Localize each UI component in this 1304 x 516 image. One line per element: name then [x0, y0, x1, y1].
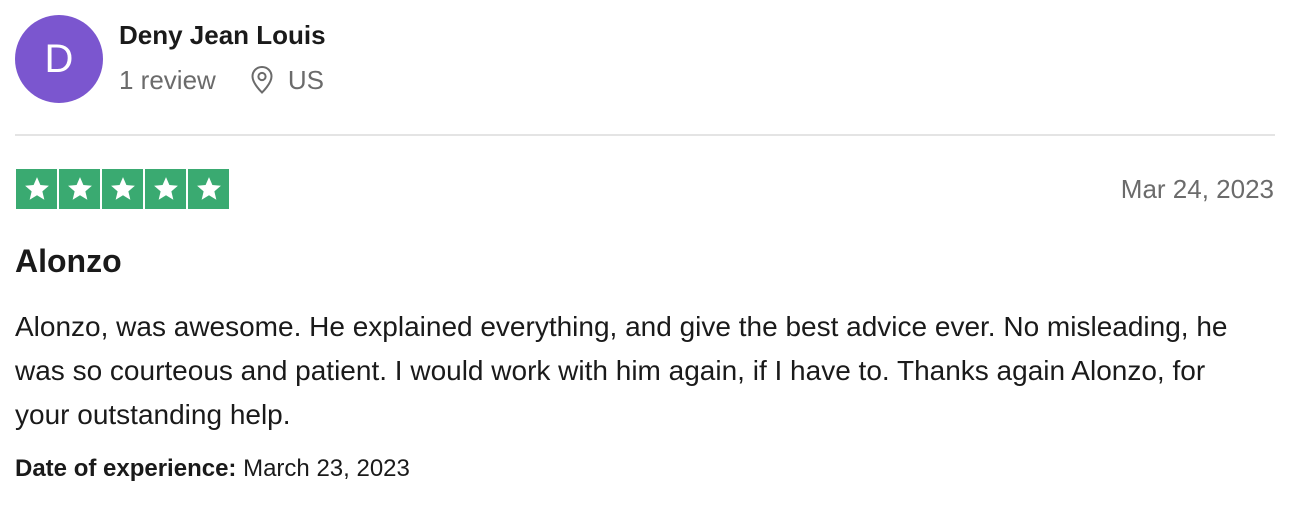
experience-label: Date of experience:: [15, 455, 237, 482]
location-pin-icon: [250, 65, 274, 95]
star-icon: [145, 169, 186, 209]
review-date: Mar 24, 2023: [1120, 174, 1274, 204]
star-icon: [16, 169, 57, 209]
avatar-initial: D: [44, 36, 74, 81]
reviewer-country: US: [287, 64, 324, 95]
star-icon: [188, 169, 229, 209]
experience-date: March 23, 2023: [243, 455, 410, 482]
reviewer-name[interactable]: Deny Jean Louis: [119, 20, 326, 51]
review-card: D Deny Jean Louis 1 review US Mar 24, 20…: [0, 0, 1304, 516]
divider: [15, 134, 1275, 136]
review-title[interactable]: Alonzo: [15, 243, 122, 280]
reviewer-meta: 1 review US: [119, 63, 324, 97]
star-icon: [102, 169, 143, 209]
review-count: 1 review: [119, 64, 216, 95]
avatar[interactable]: D: [15, 15, 103, 103]
date-of-experience: Date of experience: March 23, 2023: [15, 455, 410, 483]
review-body: Alonzo, was awesome. He explained everyt…: [15, 311, 1228, 430]
star-icon: [59, 169, 100, 209]
star-rating: [16, 169, 229, 209]
